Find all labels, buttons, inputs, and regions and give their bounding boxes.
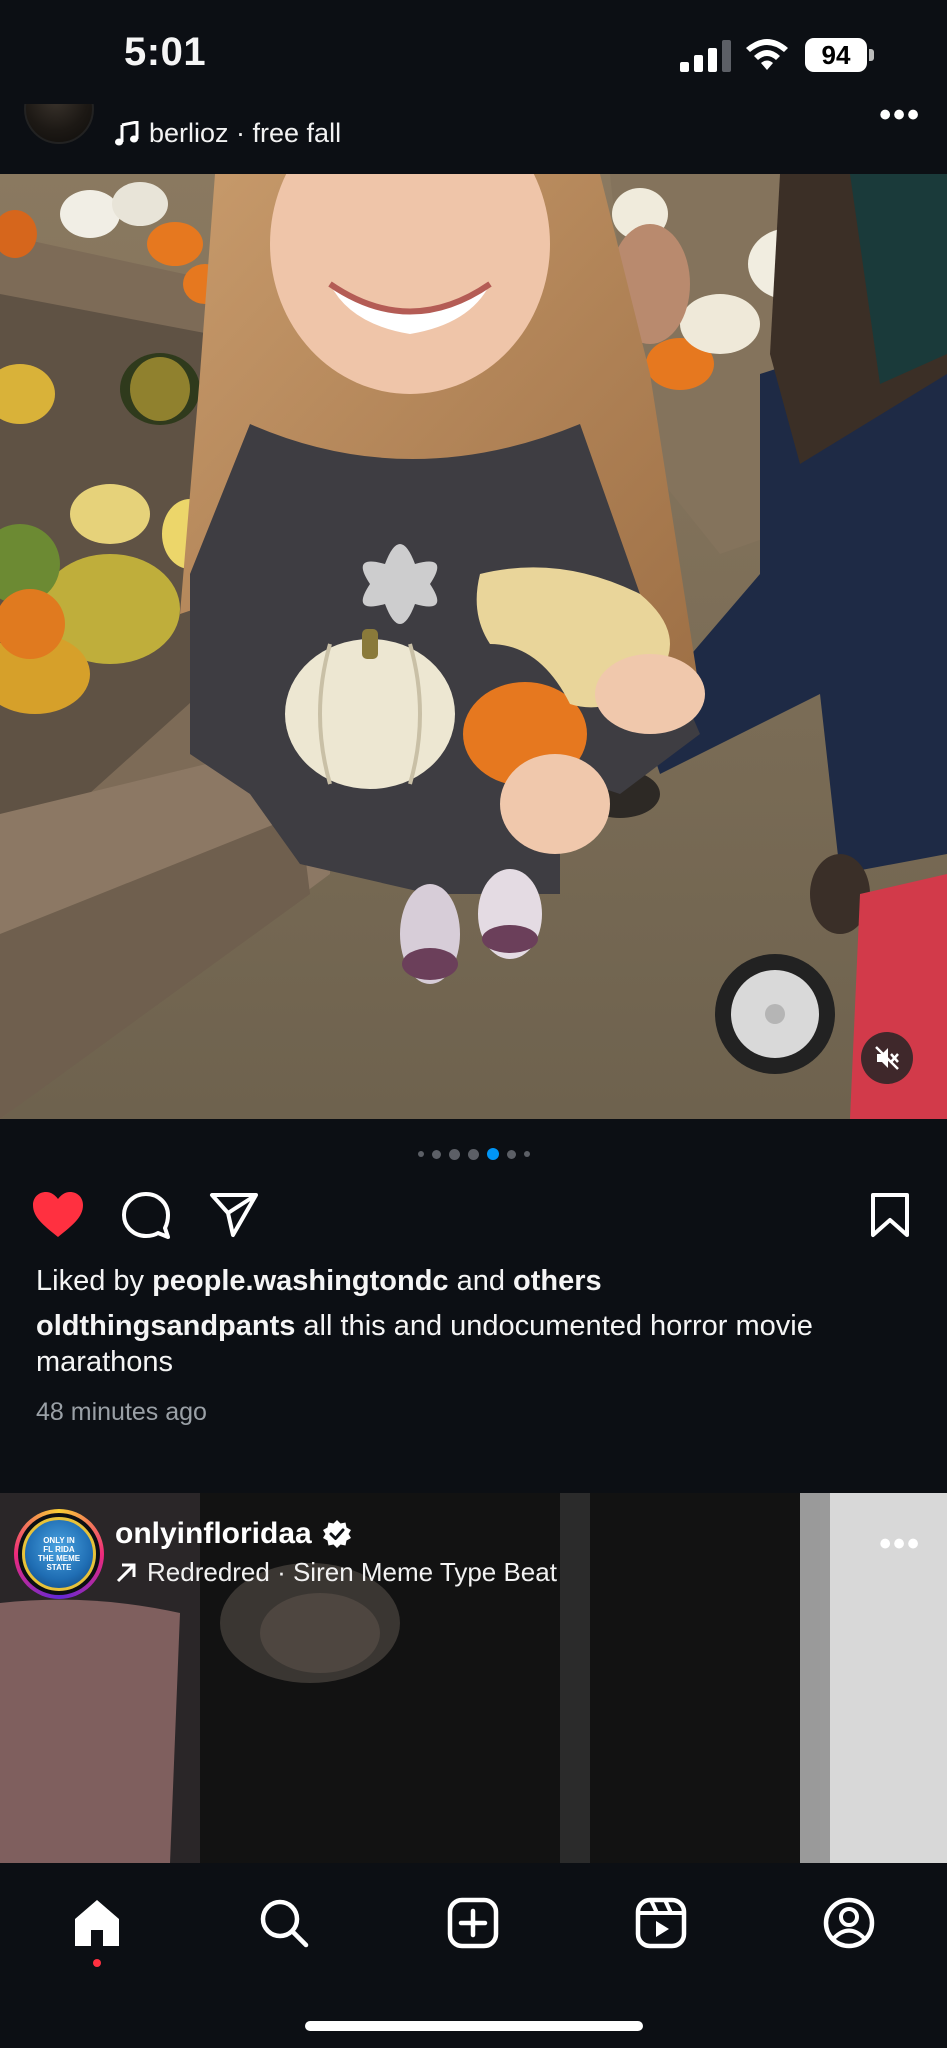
post-audio-link[interactable]: berlioz · free fall bbox=[115, 118, 341, 149]
status-time: 5:01 bbox=[124, 30, 207, 74]
battery-level: 94 bbox=[805, 38, 867, 72]
post-actions-bar bbox=[0, 1185, 947, 1245]
photo-girl-with-pumpkins bbox=[0, 174, 947, 1119]
reels-icon bbox=[635, 1897, 687, 1949]
comment-button[interactable] bbox=[116, 1185, 176, 1245]
tab-reels[interactable] bbox=[629, 1891, 693, 1955]
save-button[interactable] bbox=[860, 1185, 920, 1245]
post-author-avatar: ONLY IN FL RIDA THE MEME STATE bbox=[22, 1517, 96, 1591]
post-audio-link[interactable]: Redredred · Siren Meme Type Beat bbox=[115, 1557, 557, 1588]
battery-tip bbox=[869, 49, 874, 61]
mute-toggle-button[interactable] bbox=[861, 1032, 913, 1084]
home-filled-icon bbox=[75, 1900, 119, 1946]
next-post: ONLY IN FL RIDA THE MEME STATE onlyinflo… bbox=[0, 1493, 947, 1863]
tab-home[interactable] bbox=[65, 1891, 129, 1955]
bottom-tab-bar bbox=[0, 1863, 947, 2048]
create-post-icon bbox=[447, 1897, 499, 1949]
post-author-username-row[interactable]: onlyinfloridaa bbox=[115, 1517, 352, 1551]
arrow-up-right-icon bbox=[116, 1563, 136, 1582]
post-author-username[interactable]: onlyinfloridaa bbox=[115, 1517, 312, 1551]
carousel-dot bbox=[506, 1149, 516, 1159]
heart-filled-icon bbox=[33, 1192, 83, 1237]
post-options-button[interactable]: ••• bbox=[879, 1525, 921, 1564]
caption-username[interactable]: oldthingsandpants bbox=[36, 1310, 295, 1342]
likes-summary[interactable]: Liked by people.washingtondc and others bbox=[36, 1265, 602, 1298]
carousel-dot bbox=[431, 1149, 441, 1159]
carousel-dot-active bbox=[486, 1148, 499, 1160]
verified-badge-icon bbox=[322, 1520, 351, 1548]
carousel-dot bbox=[448, 1148, 460, 1160]
carousel-dot bbox=[417, 1151, 424, 1157]
paper-plane-icon bbox=[210, 1193, 258, 1237]
music-note-icon bbox=[115, 120, 139, 145]
post-audio-label: berlioz · free fall bbox=[149, 118, 342, 148]
post-timestamp: 48 minutes ago bbox=[36, 1398, 207, 1426]
post-caption[interactable]: oldthingsandpants all this and undocumen… bbox=[36, 1308, 916, 1380]
home-tab-active-dot bbox=[93, 1959, 101, 1967]
battery-indicator: 94 bbox=[805, 38, 875, 72]
likes-prefix: Liked by bbox=[36, 1265, 153, 1297]
carousel-indicator bbox=[0, 1148, 947, 1160]
likes-middle: and bbox=[448, 1265, 514, 1297]
carousel-dot bbox=[467, 1148, 479, 1160]
share-button[interactable] bbox=[204, 1185, 264, 1245]
avatar-text-line: FL RIDA bbox=[43, 1545, 75, 1554]
speaker-muted-icon bbox=[875, 1046, 899, 1070]
tab-search[interactable] bbox=[252, 1891, 316, 1955]
profile-icon bbox=[823, 1897, 875, 1949]
avatar-text-line: ONLY IN bbox=[43, 1536, 75, 1545]
avatar-gap: ONLY IN FL RIDA THE MEME STATE bbox=[18, 1513, 100, 1595]
liked-by-user[interactable]: people.washingtondc bbox=[152, 1265, 448, 1297]
tab-create[interactable] bbox=[441, 1891, 505, 1955]
like-button[interactable] bbox=[28, 1185, 88, 1245]
bookmark-icon bbox=[871, 1193, 909, 1237]
carousel-dot bbox=[523, 1151, 530, 1157]
story-ring[interactable]: ONLY IN FL RIDA THE MEME STATE bbox=[14, 1509, 104, 1599]
comment-bubble-icon bbox=[122, 1192, 170, 1239]
liked-by-others[interactable]: others bbox=[513, 1265, 602, 1297]
wifi-icon bbox=[746, 39, 788, 70]
post-audio-label: Redredred · Siren Meme Type Beat bbox=[147, 1557, 557, 1587]
tab-profile[interactable] bbox=[817, 1891, 881, 1955]
status-bar: 5:01 94 bbox=[0, 0, 947, 104]
post-media-photo[interactable] bbox=[0, 174, 947, 1119]
avatar-text-line: THE MEME STATE bbox=[37, 1554, 81, 1572]
search-icon bbox=[260, 1899, 309, 1948]
home-indicator-bar[interactable] bbox=[305, 2021, 643, 2031]
cellular-signal-icon bbox=[680, 40, 731, 72]
